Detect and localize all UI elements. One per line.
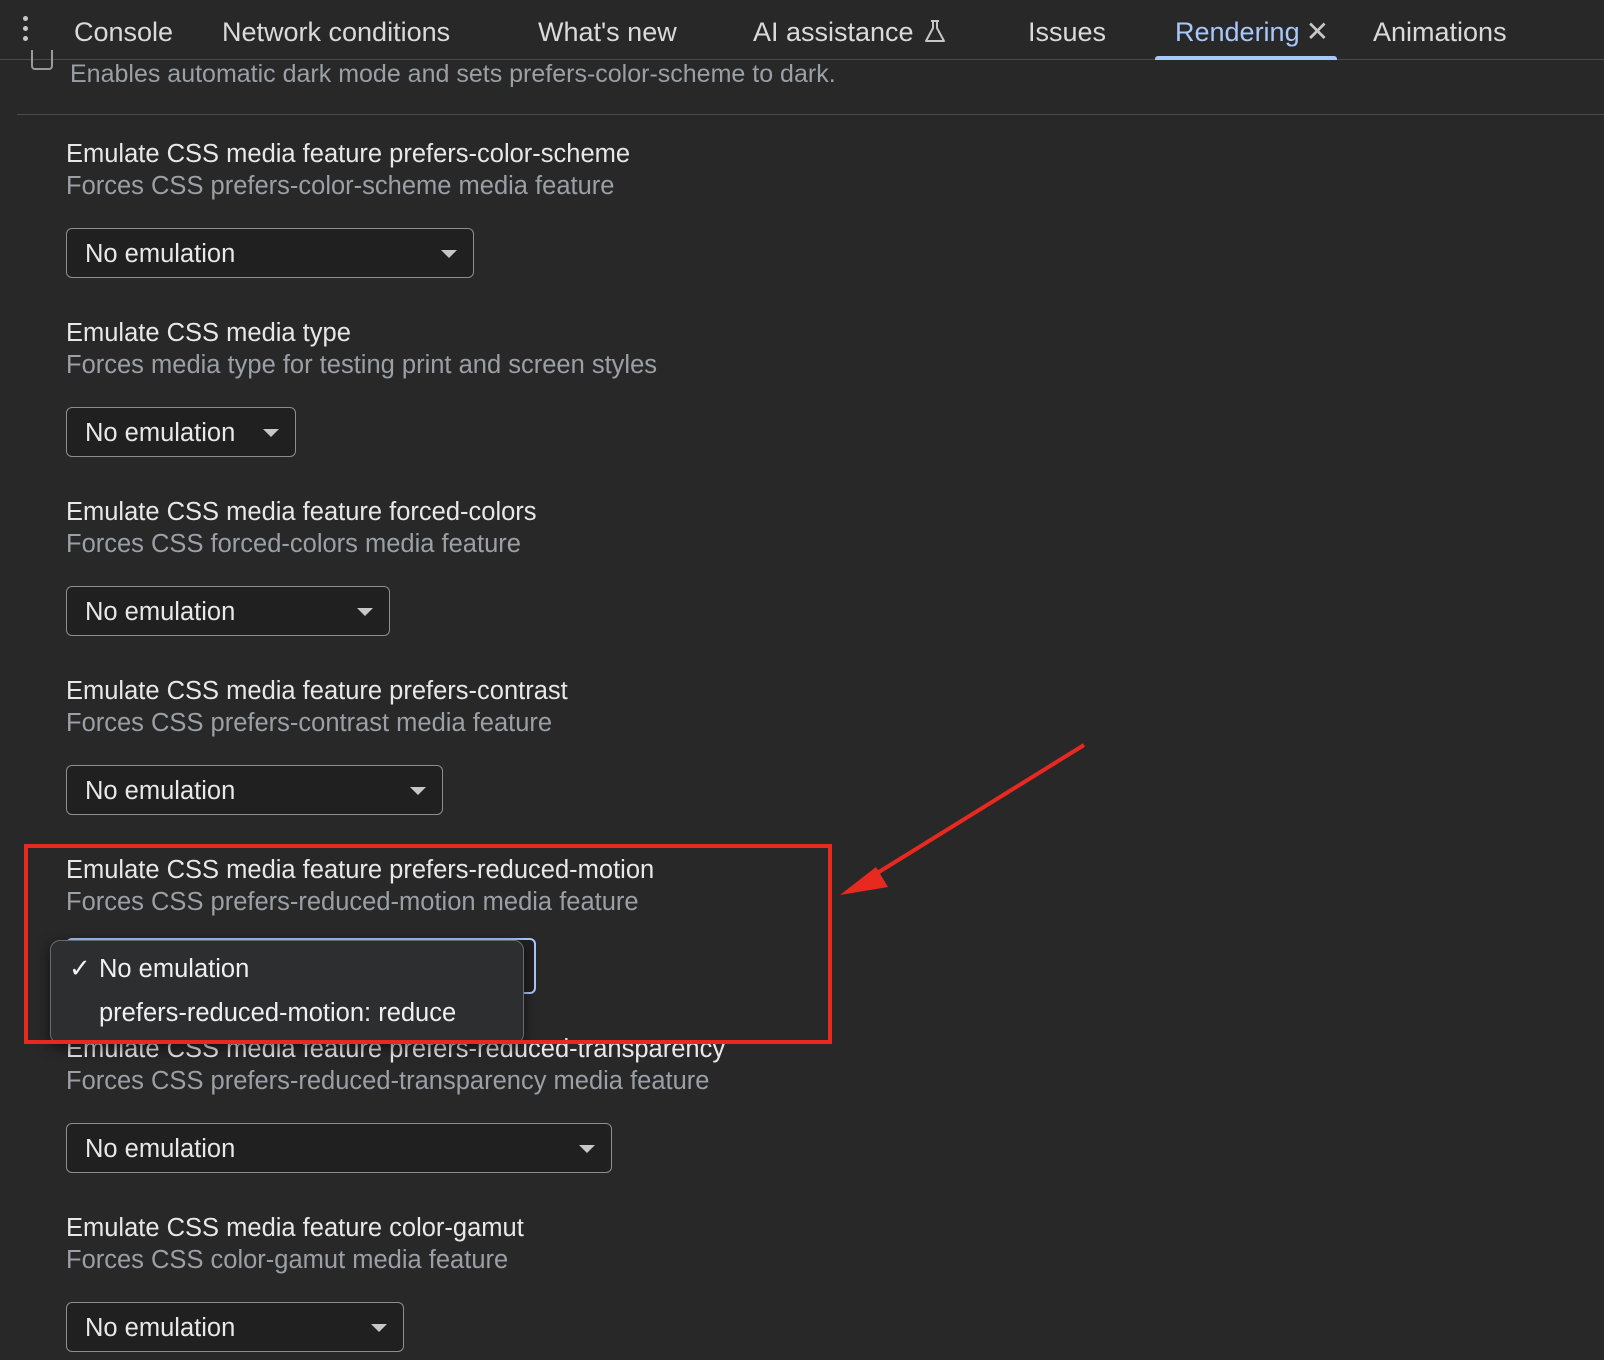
setting-title: Emulate CSS media feature prefers-color-… [66, 140, 631, 168]
setting-title: Emulate CSS media feature prefers-reduce… [66, 856, 655, 884]
tab-label: AI assistance [753, 17, 914, 47]
more-options-icon[interactable] [18, 14, 34, 44]
setting-color-gamut: Emulate CSS media feature color-gamut Fo… [66, 1212, 524, 1352]
setting-description: Forces CSS color-gamut media feature [66, 1246, 509, 1274]
tab-console[interactable]: Console [74, 0, 173, 60]
prefers-contrast-select[interactable]: No emulation [66, 765, 443, 815]
chevron-down-icon [263, 429, 279, 437]
color-gamut-select[interactable]: No emulation [66, 1302, 404, 1352]
media-type-select[interactable]: No emulation [66, 407, 296, 457]
tab-label: Rendering [1175, 17, 1300, 47]
setting-description: Forces CSS prefers-reduced-transparency … [66, 1067, 710, 1095]
setting-prefers-reduced-motion: Emulate CSS media feature prefers-reduce… [66, 854, 826, 934]
select-value: No emulation [85, 1314, 236, 1342]
chevron-down-icon [371, 1324, 387, 1332]
prefers-color-scheme-select[interactable]: No emulation [66, 228, 474, 278]
setting-title: Emulate CSS media feature color-gamut [66, 1214, 524, 1242]
setting-description: Forces CSS prefers-contrast media featur… [66, 709, 553, 737]
dropdown-option-no-emulation[interactable]: No emulation [99, 955, 249, 984]
chevron-down-icon [441, 250, 457, 258]
setting-title: Emulate CSS media feature forced-colors [66, 498, 537, 526]
tab-label: Console [74, 17, 174, 47]
chevron-down-icon [410, 787, 426, 795]
select-value: No emulation [85, 240, 236, 268]
select-value: No emulation [85, 1135, 236, 1163]
setting-forced-colors: Emulate CSS media feature forced-colors … [66, 496, 537, 636]
prefers-reduced-transparency-select[interactable]: No emulation [66, 1123, 612, 1173]
tab-network-conditions[interactable]: Network conditions [222, 0, 450, 60]
tab-ai-assistance[interactable]: AI assistance [753, 0, 946, 60]
prefers-reduced-motion-dropdown: ✓ No emulation prefers-reduced-motion: r… [50, 940, 524, 1044]
divider [17, 114, 1604, 115]
setting-title: Emulate CSS media feature prefers-contra… [66, 677, 568, 705]
tab-animations[interactable]: Animations [1373, 0, 1507, 60]
auto-dark-mode-description: Enables automatic dark mode and sets pre… [70, 60, 836, 88]
select-value: No emulation [85, 419, 236, 447]
tab-whats-new[interactable]: What's new [538, 0, 677, 60]
setting-prefers-color-scheme: Emulate CSS media feature prefers-color-… [66, 138, 631, 278]
flask-icon [924, 20, 945, 42]
tab-label: Network conditions [222, 17, 451, 47]
setting-description: Forces CSS prefers-color-scheme media fe… [66, 172, 615, 200]
close-icon[interactable]: ✕ [1306, 0, 1329, 64]
checkmark-icon: ✓ [69, 953, 91, 983]
tab-issues[interactable]: Issues [1028, 0, 1106, 60]
tab-rendering[interactable]: Rendering ✕ [1154, 0, 1338, 60]
select-value: No emulation [85, 598, 236, 626]
select-value: No emulation [85, 777, 236, 805]
tab-label: Animations [1373, 17, 1507, 47]
setting-description: Forces media type for testing print and … [66, 351, 658, 379]
setting-description: Forces CSS forced-colors media feature [66, 530, 521, 558]
auto-dark-mode-checkbox[interactable] [31, 50, 53, 70]
setting-title: Emulate CSS media type [66, 319, 351, 347]
dropdown-option-reduce[interactable]: prefers-reduced-motion: reduce [99, 999, 456, 1028]
setting-description: Forces CSS prefers-reduced-motion media … [66, 888, 639, 916]
forced-colors-select[interactable]: No emulation [66, 586, 390, 636]
chevron-down-icon [357, 608, 373, 616]
chevron-down-icon [579, 1145, 595, 1153]
setting-media-type: Emulate CSS media type Forces media type… [66, 317, 658, 457]
setting-prefers-contrast: Emulate CSS media feature prefers-contra… [66, 675, 568, 815]
devtools-tab-bar: Console Network conditions What's new AI… [0, 0, 1604, 60]
tab-label: What's new [538, 17, 677, 47]
tab-label: Issues [1028, 17, 1107, 47]
